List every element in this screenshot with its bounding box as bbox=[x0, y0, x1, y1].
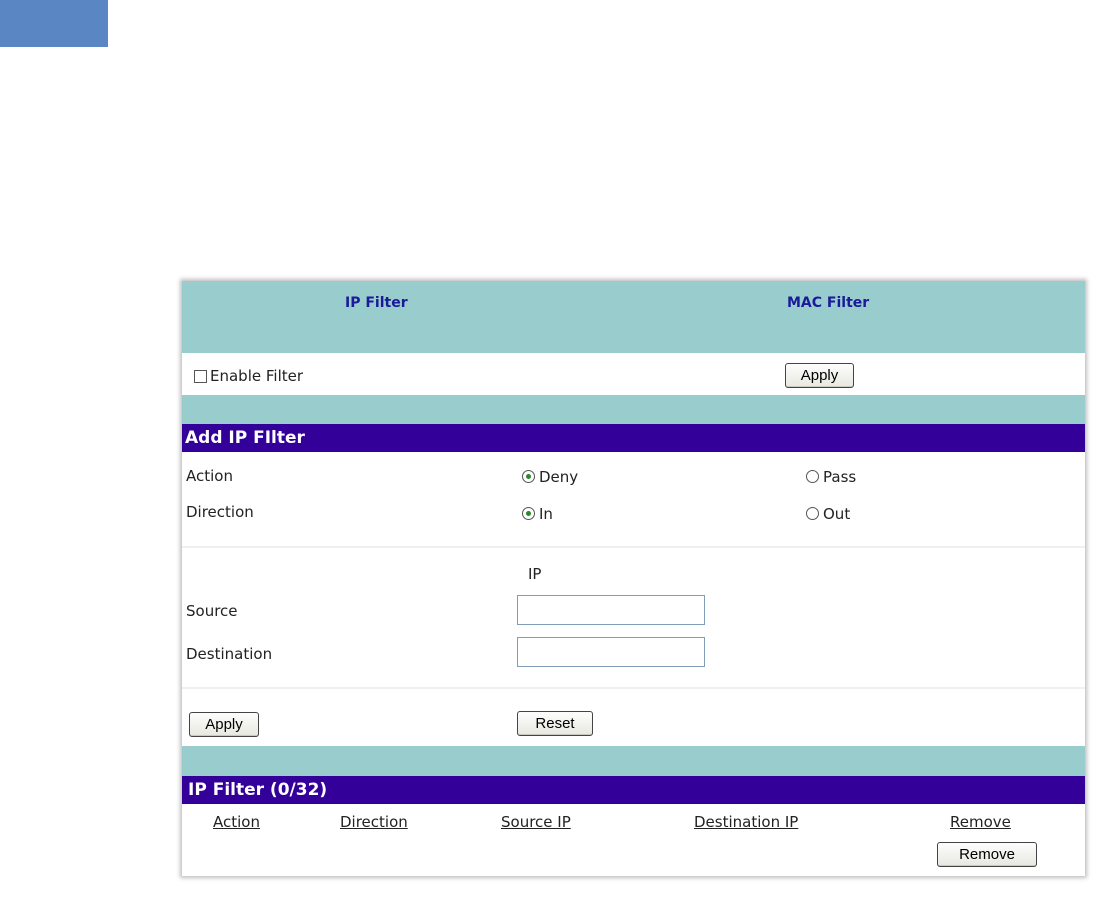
column-header-remove: Remove bbox=[950, 813, 1011, 831]
direction-in-radio[interactable] bbox=[522, 507, 535, 520]
corner-block bbox=[0, 0, 108, 47]
ip-column-header: IP bbox=[528, 565, 542, 583]
source-label: Source bbox=[186, 602, 238, 620]
direction-label: Direction bbox=[186, 503, 254, 521]
column-header-direction: Direction bbox=[340, 813, 408, 831]
direction-in-label: In bbox=[539, 505, 553, 523]
tab-mac-filter[interactable]: MAC Filter bbox=[787, 295, 869, 311]
direction-out-label: Out bbox=[823, 505, 851, 523]
enable-filter-checkbox[interactable] bbox=[194, 370, 207, 383]
column-header-destination-ip: Destination IP bbox=[694, 813, 799, 831]
enable-apply-button[interactable]: Apply bbox=[785, 363, 854, 388]
remove-button[interactable]: Remove bbox=[937, 842, 1037, 867]
add-apply-button[interactable]: Apply bbox=[189, 712, 259, 737]
spacer-band bbox=[182, 746, 1085, 776]
divider bbox=[182, 687, 1085, 689]
source-ip-input[interactable] bbox=[517, 595, 705, 625]
destination-ip-input[interactable] bbox=[517, 637, 705, 667]
column-header-source-ip: Source IP bbox=[501, 813, 571, 831]
reset-button[interactable]: Reset bbox=[517, 711, 593, 736]
direction-out-radio[interactable] bbox=[806, 507, 819, 520]
column-header-action: Action bbox=[213, 813, 260, 831]
add-ip-filter-title: Add IP FIlter bbox=[182, 424, 1085, 452]
tab-bar: IP Filter MAC Filter bbox=[182, 281, 1085, 353]
tab-ip-filter[interactable]: IP Filter bbox=[345, 295, 408, 311]
action-label: Action bbox=[186, 467, 233, 485]
enable-filter-label: Enable Filter bbox=[210, 367, 304, 385]
destination-label: Destination bbox=[186, 645, 273, 663]
action-pass-radio[interactable] bbox=[806, 470, 819, 483]
action-deny-radio[interactable] bbox=[522, 470, 535, 483]
divider bbox=[182, 546, 1085, 548]
spacer-band bbox=[182, 395, 1085, 424]
action-deny-label: Deny bbox=[539, 468, 579, 486]
ip-filter-list-title: IP Filter (0/32) bbox=[182, 776, 1085, 804]
action-pass-label: Pass bbox=[823, 468, 857, 486]
ip-filter-panel: IP Filter MAC Filter Enable Filter Apply… bbox=[182, 281, 1085, 876]
